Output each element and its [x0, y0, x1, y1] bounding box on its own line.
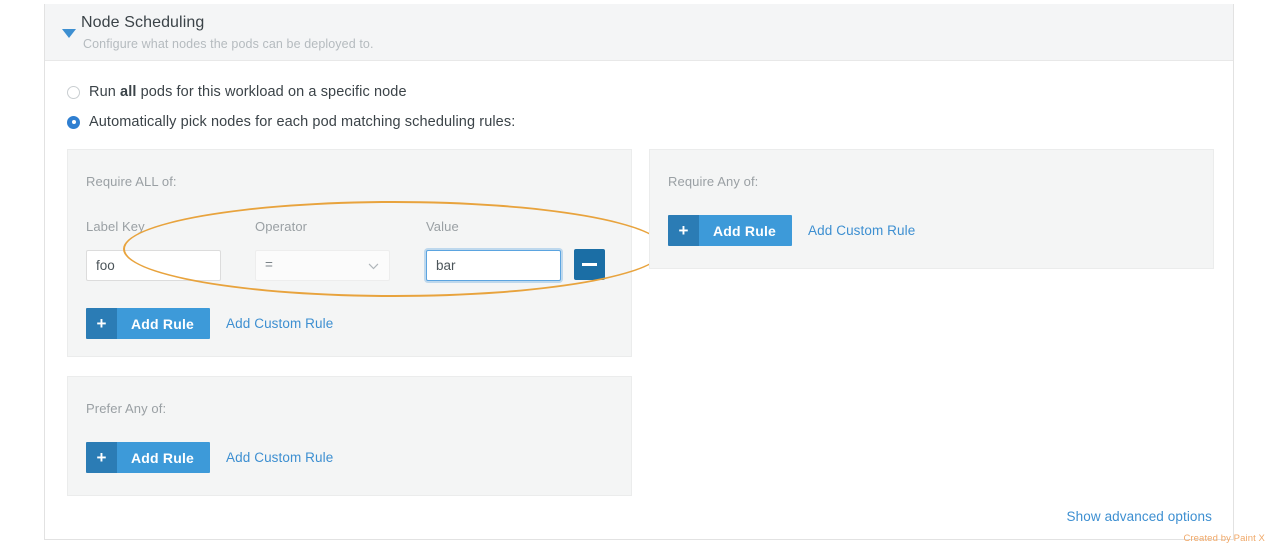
card-header[interactable]: Node Scheduling Configure what nodes the… [45, 4, 1233, 61]
radio-label-specific-node-suffix: pods for this workload on a specific nod… [136, 84, 406, 100]
radio-mark-specific-node[interactable] [67, 86, 80, 99]
chevron-down-icon [368, 261, 379, 272]
radio-mark-automatic[interactable] [67, 116, 80, 129]
field-label-value: Value [426, 219, 459, 234]
triangle-down-icon[interactable] [62, 29, 76, 38]
add-custom-rule-link-require-all[interactable]: Add Custom Rule [226, 316, 333, 331]
radio-label-specific-node-bold: all [120, 84, 136, 100]
operator-select[interactable]: = [255, 250, 390, 281]
add-rule-group-require-any: + Add Rule Add Custom Rule [668, 215, 915, 246]
add-rule-button-require-any[interactable]: + Add Rule [668, 215, 792, 246]
radio-option-automatic[interactable]: Automatically pick nodes for each pod ma… [67, 114, 515, 130]
radio-option-specific-node[interactable]: Run all pods for this workload on a spec… [67, 84, 407, 100]
label-key-input[interactable] [86, 250, 221, 281]
page-subtitle: Configure what nodes the pods can be dep… [83, 37, 374, 51]
panel-require-any: Require Any of: + Add Rule Add Custom Ru… [649, 149, 1214, 269]
field-label-operator: Operator [255, 219, 307, 234]
panel-require-all: Require ALL of: Label Key Operator Value… [67, 149, 632, 357]
remove-rule-button[interactable] [574, 249, 605, 280]
plus-icon: + [86, 442, 117, 473]
panel-title-prefer-any: Prefer Any of: [86, 401, 166, 416]
add-rule-button-label: Add Rule [117, 308, 210, 339]
plus-icon: + [86, 308, 117, 339]
radio-label-automatic: Automatically pick nodes for each pod ma… [89, 114, 515, 130]
add-rule-button-require-all[interactable]: + Add Rule [86, 308, 210, 339]
node-scheduling-card: Node Scheduling Configure what nodes the… [44, 4, 1234, 540]
panel-prefer-any: Prefer Any of: + Add Rule Add Custom Rul… [67, 376, 632, 496]
panel-title-require-any: Require Any of: [668, 174, 758, 189]
add-rule-button-label: Add Rule [699, 215, 792, 246]
paint-watermark: Created by Paint X [1183, 533, 1265, 544]
minus-icon [582, 263, 597, 266]
plus-icon: + [668, 215, 699, 246]
page-title: Node Scheduling [81, 14, 204, 32]
add-rule-group-require-all: + Add Rule Add Custom Rule [86, 308, 333, 339]
field-label-label-key: Label Key [86, 219, 145, 234]
add-rule-button-label: Add Rule [117, 442, 210, 473]
show-advanced-options-link[interactable]: Show advanced options [1067, 509, 1212, 524]
radio-label-specific-node-prefix: Run [89, 84, 120, 100]
add-rule-button-prefer-any[interactable]: + Add Rule [86, 442, 210, 473]
add-rule-group-prefer-any: + Add Rule Add Custom Rule [86, 442, 333, 473]
value-input[interactable] [426, 250, 561, 281]
operator-selected-value: = [265, 257, 273, 272]
add-custom-rule-link-require-any[interactable]: Add Custom Rule [808, 223, 915, 238]
add-custom-rule-link-prefer-any[interactable]: Add Custom Rule [226, 450, 333, 465]
radio-label-specific-node: Run all pods for this workload on a spec… [89, 84, 407, 100]
